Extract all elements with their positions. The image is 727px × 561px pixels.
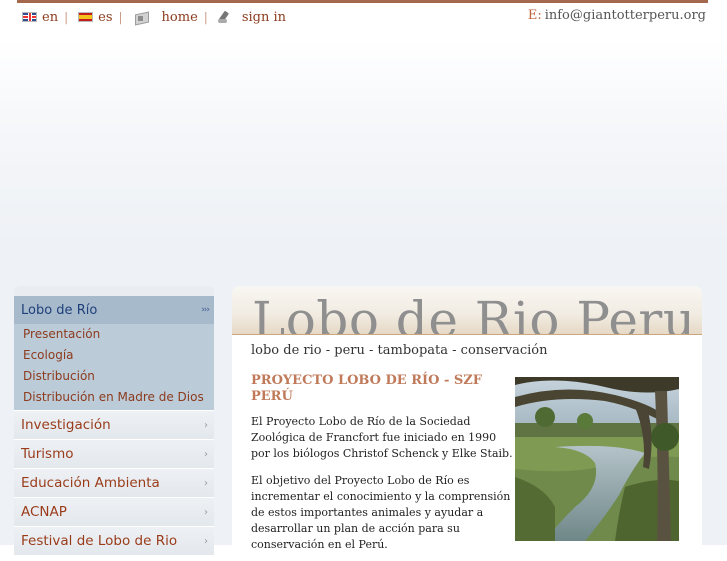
sidebar-top-cap xyxy=(14,286,214,296)
sign-in-label: sign in xyxy=(241,9,287,25)
spain-flag-icon xyxy=(78,12,94,22)
sidebar-item-label: Investigación xyxy=(21,417,111,433)
chevron-right-icon: › xyxy=(204,419,208,431)
separator: | xyxy=(203,10,208,24)
separator: | xyxy=(118,10,123,24)
sidebar-item-label: Festival de Lobo de Rio xyxy=(21,533,178,549)
river-landscape-image xyxy=(515,377,679,541)
banner-title: Lobo de Rio Peru xyxy=(252,291,696,335)
lang-es-link[interactable]: es xyxy=(78,9,113,25)
pen-icon xyxy=(217,10,233,24)
sidebar-item-label: Lobo de Río xyxy=(21,302,98,318)
page-tagline: lobo de rio - peru - tambopata - conserv… xyxy=(251,343,548,358)
intro-paragraph: El Proyecto Lobo de Río de la Sociedad Z… xyxy=(251,415,513,460)
lang-en-label: en xyxy=(42,9,59,25)
sidebar-subitem-presentacion[interactable]: Presentación xyxy=(14,324,214,345)
sidebar-item-festival[interactable]: Festival de Lobo de Rio › xyxy=(14,526,214,555)
chevron-right-icon: › xyxy=(204,506,208,518)
river-photo xyxy=(515,377,679,541)
page-banner: Lobo de Rio Peru xyxy=(232,286,702,335)
section-heading: PROYECTO LOBO DE RÍO - SZF PERÚ xyxy=(251,373,482,404)
sidebar-item-label: ACNAP xyxy=(21,504,67,520)
sign-in-link[interactable]: sign in xyxy=(217,9,287,25)
sidebar-menu: Lobo de Río ››› Presentación Ecología Di… xyxy=(14,286,214,555)
sidebar-item-turismo[interactable]: Turismo › xyxy=(14,439,214,468)
email-label: E: xyxy=(527,8,542,23)
contact-email: E: info@giantotterperu.org xyxy=(528,8,706,23)
sidebar-active-section: Lobo de Río ››› Presentación Ecología Di… xyxy=(14,296,214,410)
top-navigation: en | es | home | sign in xyxy=(22,8,286,26)
lang-en-link[interactable]: en xyxy=(22,10,58,25)
sidebar-item-investigacion[interactable]: Investigación › xyxy=(14,410,214,439)
home-label: home xyxy=(161,9,198,25)
objective-paragraph: El objetivo del Proyecto Lobo de Río es … xyxy=(251,474,511,551)
sidebar-subitem-distribucion-madre-de-dios[interactable]: Distribución en Madre de Dios xyxy=(14,387,214,408)
home-link[interactable]: home xyxy=(133,10,198,25)
sidebar-subitem-distribucion[interactable]: Distribución xyxy=(14,366,214,387)
email-link[interactable]: info@giantotterperu.org xyxy=(545,8,706,23)
sidebar-item-label: Educación Ambienta xyxy=(21,475,160,491)
top-accent-line xyxy=(17,0,708,3)
sidebar-item-educacion-ambienta[interactable]: Educación Ambienta › xyxy=(14,468,214,497)
chevron-right-icon: › xyxy=(204,477,208,489)
uk-flag-icon xyxy=(22,12,37,22)
sidebar-submenu: Presentación Ecología Distribución Distr… xyxy=(14,324,214,410)
triple-arrow-icon: ››› xyxy=(201,305,210,315)
home-icon xyxy=(133,10,151,24)
main-content: Lobo de Rio Peru lobo de rio - peru - ta… xyxy=(232,286,702,561)
sidebar-item-acnap[interactable]: ACNAP › xyxy=(14,497,214,526)
lang-es-label: es xyxy=(98,9,113,25)
sidebar-item-label: Turismo xyxy=(21,446,74,462)
chevron-right-icon: › xyxy=(204,448,208,460)
sidebar-subitem-ecologia[interactable]: Ecología xyxy=(14,345,214,366)
sidebar-item-lobo-de-rio[interactable]: Lobo de Río ››› xyxy=(14,296,214,324)
separator: | xyxy=(64,10,69,24)
